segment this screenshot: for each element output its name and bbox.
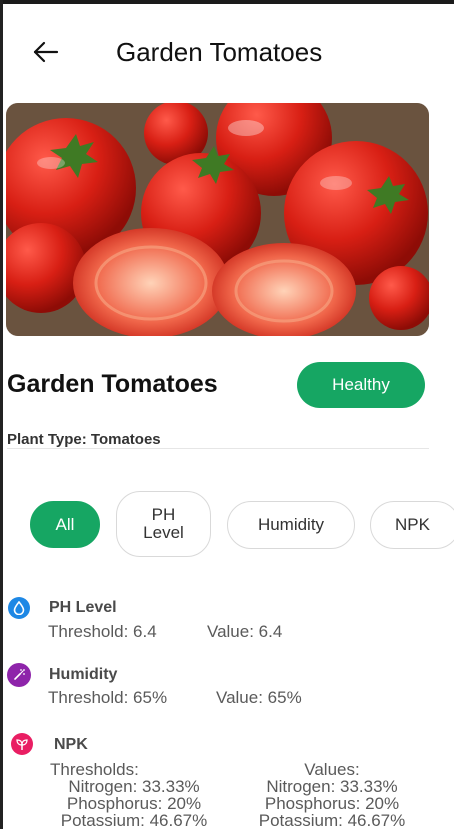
ph-level-threshold: Threshold: 6.4 [48,622,157,641]
filter-chip-npk[interactable]: NPK [370,501,454,549]
ph-level-value: Value: 6.4 [207,622,283,641]
status-badge: Healthy [297,362,425,408]
humidity-title: Humidity [49,666,118,683]
npk-values: Values: Nitrogen: 33.33% Phosphorus: 20%… [242,761,422,829]
npk-value-nitrogen: Nitrogen: 33.33% [266,777,398,796]
npk-threshold-phosphorus: Phosphorus: 20% [66,794,202,813]
plant-detail-screen: Garden Tomatoes Garden Tomatoes Healthy … [0,0,454,829]
npk-value-potassium: Potassium: 46.67% [258,811,406,829]
filter-chip-all[interactable]: All [30,501,100,548]
npk-title: NPK [54,736,88,753]
filter-chip-ph-label-2: Level [143,523,184,542]
filter-chip-ph-level[interactable]: PH Level [116,491,211,557]
plant-type-value: Tomatoes [90,431,161,448]
npk-value-phosphorus: Phosphorus: 20% [264,794,400,813]
humidity-value: Value: 65% [216,688,302,707]
filter-chip-ph-label: PH [151,505,176,524]
plant-type: Plant Type: Tomatoes [7,431,161,448]
npk-threshold-potassium: Potassium: 46.67% [60,811,208,829]
plant-name: Garden Tomatoes [7,370,218,398]
ph-level-title: PH Level [49,599,117,616]
seedling-icon [11,733,33,755]
filter-chip-humidity-label: Humidity [257,515,325,534]
npk-thresholds: Thresholds: Nitrogen: 33.33% Phosphorus:… [44,761,224,829]
divider [7,448,429,449]
npk-values-label: Values: [304,760,360,779]
water-drop-icon [8,597,30,619]
npk-threshold-nitrogen: Nitrogen: 33.33% [68,777,200,796]
filter-chip-all-label: All [55,514,75,534]
plant-photo [6,103,429,336]
filter-chip-humidity[interactable]: Humidity [227,501,355,549]
back-arrow-icon[interactable] [30,36,62,68]
plant-type-label: Plant Type: [7,431,87,448]
npk-thresholds-label: Thresholds: [50,760,139,779]
page-title: Garden Tomatoes [116,37,323,67]
sprinkler-icon [7,663,31,687]
left-edge [0,0,3,829]
top-edge [0,0,454,4]
humidity-threshold: Threshold: 65% [48,688,168,707]
filter-chip-npk-label: NPK [395,515,430,534]
